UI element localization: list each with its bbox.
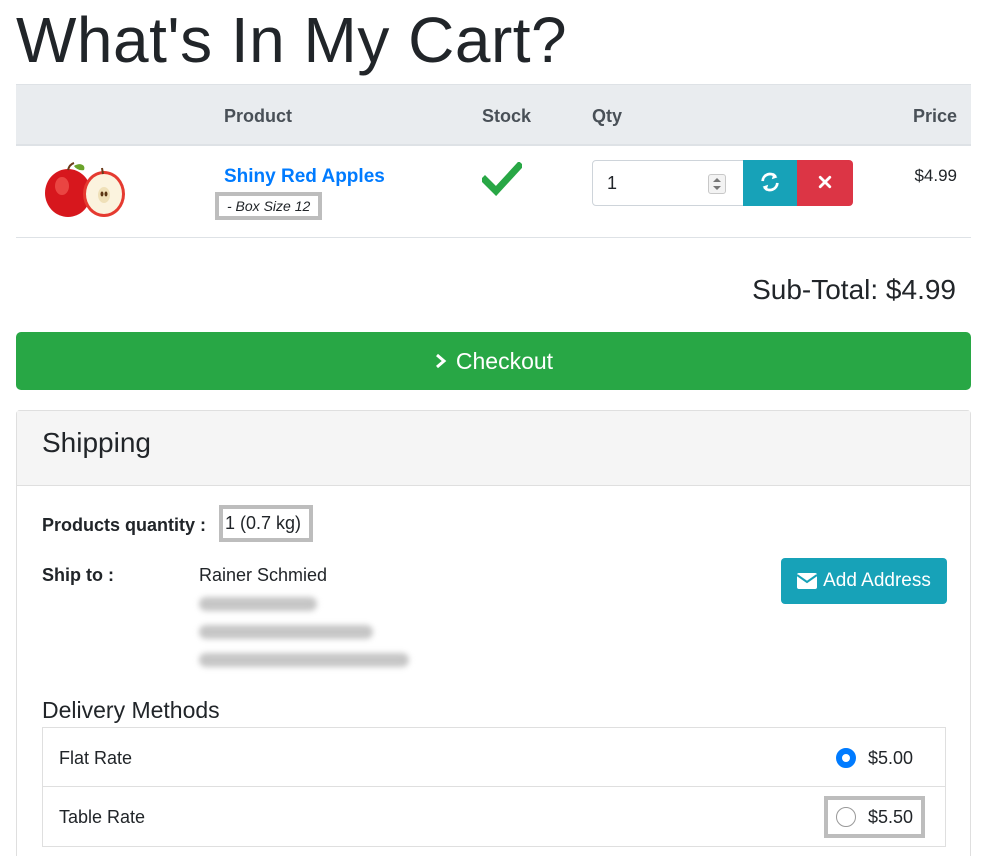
page-title: What's In My Cart? <box>16 4 568 76</box>
delivery-methods-list: Flat Rate $5.00 Table Rate $5.50 <box>42 727 946 847</box>
check-icon <box>482 162 522 196</box>
ship-to-label: Ship to : <box>42 565 114 585</box>
delivery-method-name: Table Rate <box>59 807 146 827</box>
address-line-blurred <box>199 653 409 667</box>
header-qty: Qty <box>592 106 623 126</box>
header-product: Product <box>224 106 293 126</box>
item-price: $4.99 <box>914 166 957 185</box>
table-row: Shiny Red Apples - Box Size 12 $4.99 <box>16 146 971 238</box>
add-address-button[interactable]: Add Address <box>781 558 947 604</box>
delivery-method-table-rate[interactable]: Table Rate $5.50 <box>43 787 945 846</box>
header-stock: Stock <box>482 106 532 126</box>
cart-table-header: Product Stock Qty Price <box>16 84 971 146</box>
ship-to-name: Rainer Schmied <box>199 565 328 585</box>
delivery-method-flat-rate[interactable]: Flat Rate $5.00 <box>43 728 945 787</box>
delivery-methods-title: Delivery Methods <box>42 697 220 723</box>
checkout-button[interactable]: Checkout <box>16 332 971 390</box>
delivery-method-name: Flat Rate <box>59 748 133 768</box>
refresh-icon <box>761 172 779 191</box>
table-rate-radio[interactable] <box>835 807 856 827</box>
delivery-method-price: $5.00 <box>867 747 913 768</box>
product-option: - Box Size 12 <box>215 192 323 220</box>
cart-table: Product Stock Qty Price Shiny Red Apples… <box>16 84 971 238</box>
envelope-icon <box>797 573 818 589</box>
products-quantity-value: 1 (0.7 kg) <box>219 505 314 542</box>
address-line-blurred <box>199 597 317 611</box>
update-quantity-button[interactable] <box>743 160 797 206</box>
shipping-title: Shipping <box>17 411 970 486</box>
close-icon <box>818 175 832 188</box>
delivery-method-price: $5.50 <box>867 806 913 827</box>
product-image[interactable] <box>40 160 130 220</box>
checkout-label: Checkout <box>455 347 554 374</box>
address-line-blurred <box>199 625 373 639</box>
add-address-label: Add Address <box>823 570 931 591</box>
flat-rate-radio[interactable] <box>835 748 856 768</box>
chevron-right-icon <box>435 353 447 369</box>
remove-item-button[interactable] <box>797 160 853 206</box>
quantity-stepper[interactable] <box>708 174 726 194</box>
products-quantity-label: Products quantity : <box>42 515 207 535</box>
shipping-card: Shipping Products quantity : 1 (0.7 kg) … <box>16 410 971 856</box>
header-price: Price <box>912 106 957 126</box>
subtotal: Sub-Total: $4.99 <box>752 274 956 305</box>
delivery-option-flat-rate[interactable]: $5.00 <box>824 737 925 779</box>
product-name-link[interactable]: Shiny Red Apples <box>224 166 385 188</box>
delivery-option-table-rate[interactable]: $5.50 <box>823 796 925 838</box>
